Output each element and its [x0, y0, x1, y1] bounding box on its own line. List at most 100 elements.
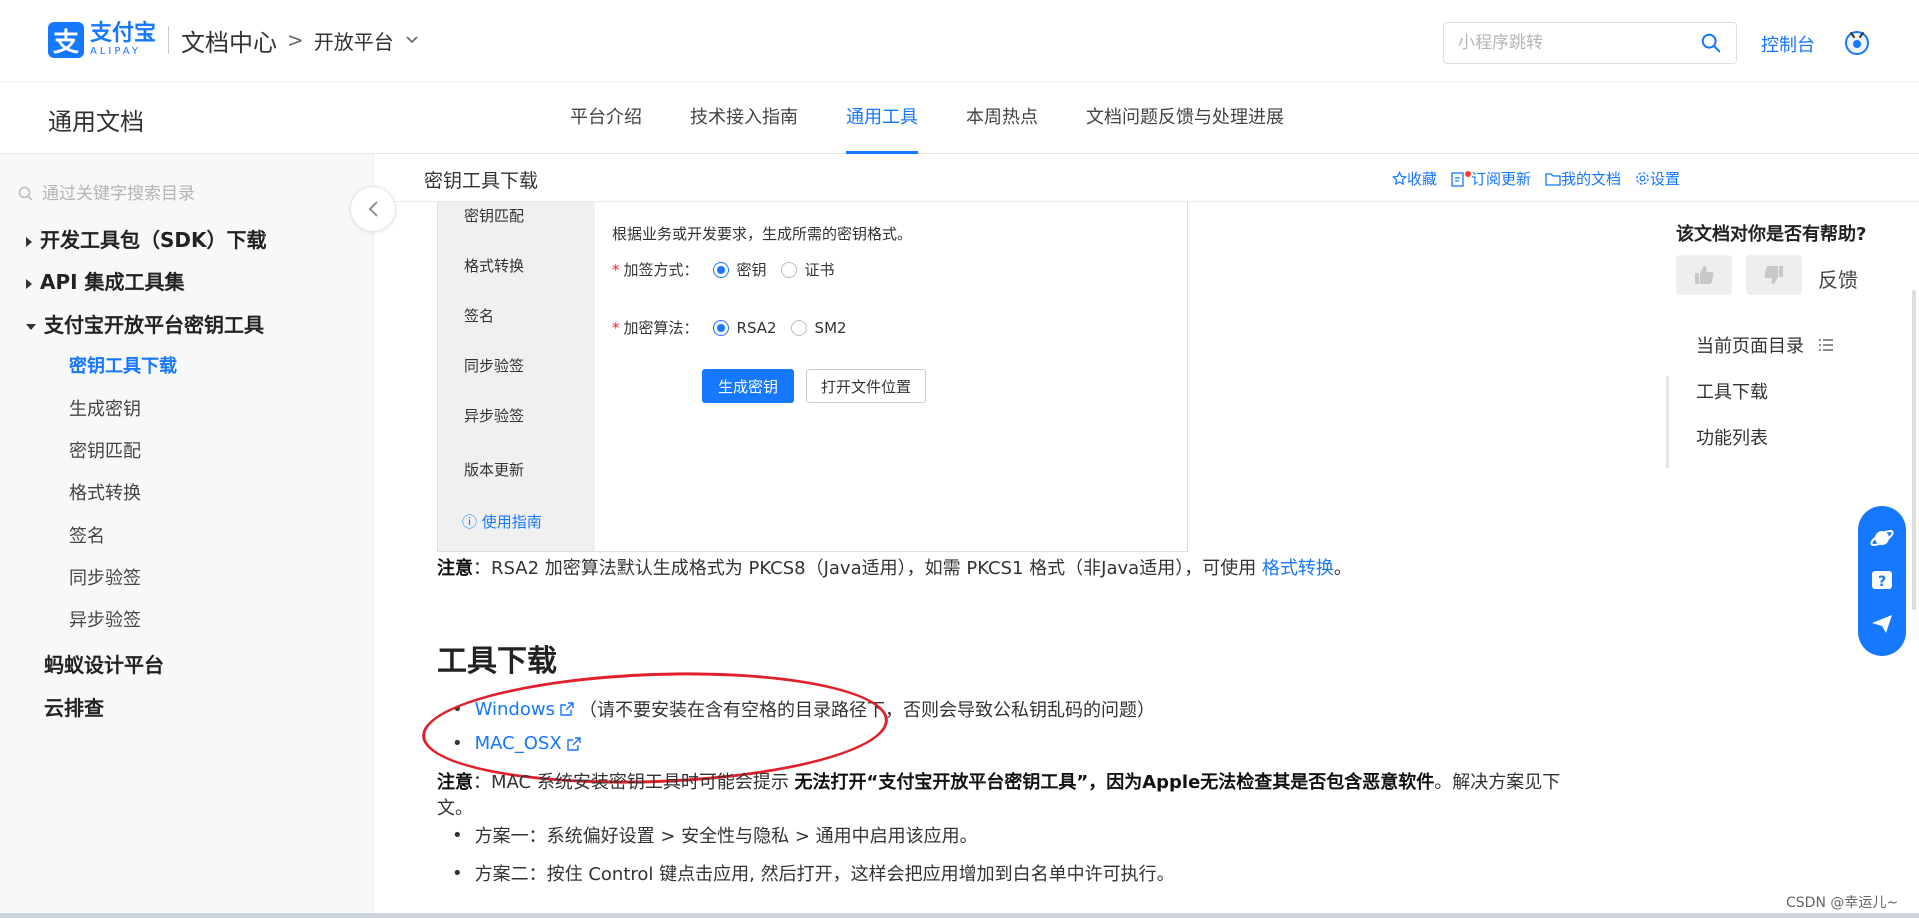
- radio-key: [712, 261, 729, 278]
- external-link-icon[interactable]: [559, 701, 575, 717]
- sidebar-search: [18, 184, 342, 204]
- tool-menu: 密钥匹配 格式转换 签名 同步验签 异步验签 版本更新 ⓘ 使用指南: [438, 191, 595, 551]
- generate-key-button-image: 生成密钥: [702, 369, 794, 403]
- doc-title: 密钥工具下载: [424, 170, 539, 192]
- my-docs-button[interactable]: 我的文档: [1545, 168, 1621, 189]
- breadcrumb: 支 支付宝 ALIPAY 文档中心 > 开放平台: [48, 22, 418, 58]
- help-icon: ⓘ: [462, 513, 478, 531]
- radio-label: 密钥: [736, 261, 767, 279]
- list-icon: [1818, 339, 1833, 351]
- scrollbar[interactable]: [1912, 290, 1916, 610]
- sidebar-item-key-download[interactable]: 密钥工具下载: [69, 352, 177, 378]
- algorithm-label: 加密算法：: [623, 319, 699, 337]
- tool-menu-item: 异步验签: [464, 407, 525, 425]
- sign-method-row: * 加签方式： 密钥 证书: [612, 259, 835, 280]
- solution-two: 方案二：按住 Control 键点击应用, 然后打开，这样会把应用增加到白名单中…: [474, 864, 1175, 885]
- planet-icon[interactable]: [1869, 525, 1895, 551]
- thumbs-down-button[interactable]: [1746, 255, 1802, 295]
- alipay-logo-icon[interactable]: 支: [48, 22, 84, 58]
- collapse-sidebar-button[interactable]: [350, 186, 396, 232]
- guide-label: 使用指南: [481, 513, 542, 531]
- search-input[interactable]: [1458, 33, 1700, 53]
- radio-sm2: [790, 319, 807, 336]
- sidebar: 开发工具包（SDK）下载 API 集成工具集 支付宝开放平台密钥工具 密钥工具下…: [0, 154, 374, 918]
- radio-cert: [780, 261, 797, 278]
- open-file-location-button-image: 打开文件位置: [806, 369, 926, 403]
- favorite-button[interactable]: 收藏: [1392, 168, 1437, 189]
- sidebar-item-sdk[interactable]: 开发工具包（SDK）下载: [26, 224, 267, 253]
- list-item: MAC_OSX: [452, 733, 586, 754]
- list-item: Windows （请不要安装在含有空格的目录路径下，否则会导致公私钥乱码的问题）: [452, 696, 1155, 722]
- search-icon: [18, 186, 33, 201]
- note-bold: 无法打开“支付宝开放平台密钥工具”，因为Apple无法检查其是否包含恶意软件: [794, 772, 1435, 793]
- subscribe-doc-icon: [1451, 171, 1464, 187]
- list-item: 方案一：系统偏好设置 > 安全性与隐私 > 通用中启用该应用。: [452, 822, 978, 848]
- settings-button[interactable]: 设置: [1635, 168, 1680, 189]
- sidebar-item-ant-design[interactable]: 蚂蚁设计平台: [44, 649, 164, 678]
- send-icon[interactable]: [1869, 611, 1895, 637]
- windows-download-link[interactable]: Windows: [475, 699, 555, 720]
- chevron-left-icon: [368, 201, 378, 217]
- tool-menu-item: 密钥匹配: [464, 207, 525, 225]
- note-text: ：MAC 系统安装密钥工具时可能会提示: [473, 772, 795, 793]
- sidebar-item-api-tools[interactable]: API 集成工具集: [26, 266, 185, 295]
- caret-right-icon: [26, 236, 32, 247]
- alipay-logo-text[interactable]: 支付宝 ALIPAY: [90, 23, 156, 57]
- floating-toolbar: ?: [1858, 506, 1906, 656]
- toc-item-tool-download[interactable]: 工具下载: [1696, 378, 1768, 404]
- sidebar-item-async-verify[interactable]: 异步验签: [69, 606, 141, 632]
- tab-weekly-hot[interactable]: 本周热点: [942, 82, 1062, 154]
- tool-description: 根据业务或开发要求，生成所需的密钥格式。: [612, 225, 913, 243]
- note-label: 注意: [437, 558, 473, 579]
- mini-program-search: [1443, 22, 1737, 64]
- favorite-label: 收藏: [1407, 170, 1438, 188]
- sidebar-item-sync-verify[interactable]: 同步验签: [69, 564, 141, 590]
- caret-right-icon: [26, 278, 32, 289]
- tab-common-tools[interactable]: 通用工具: [822, 82, 942, 154]
- tool-menu-item: 版本更新: [464, 461, 525, 479]
- settings-label: 设置: [1650, 170, 1681, 188]
- search-icon[interactable]: [1700, 32, 1722, 54]
- star-icon: [1392, 171, 1407, 186]
- note-end: 。: [1333, 558, 1352, 579]
- sidebar-item-format-convert[interactable]: 格式转换: [69, 479, 141, 505]
- doc-actions: 收藏 订阅更新 我的文档 设置: [1392, 168, 1680, 189]
- tab-platform-intro[interactable]: 平台介绍: [546, 82, 666, 154]
- feedback-link[interactable]: 反馈: [1818, 264, 1858, 293]
- tab-doc-feedback[interactable]: 文档问题反馈与处理进展: [1062, 82, 1308, 154]
- note-mac: 注意：MAC 系统安装密钥工具时可能会提示 无法打开“支付宝开放平台密钥工具”，…: [437, 770, 1597, 822]
- sidebar-item-key-tool[interactable]: 支付宝开放平台密钥工具: [26, 309, 264, 338]
- section-title: 通用文档: [48, 108, 144, 136]
- subscribe-button[interactable]: 订阅更新: [1451, 168, 1531, 189]
- sidebar-search-input[interactable]: [42, 184, 342, 204]
- note-wrap: 文。: [437, 798, 473, 819]
- external-link-icon[interactable]: [566, 736, 582, 752]
- doc-center-link[interactable]: 文档中心: [181, 23, 277, 58]
- sidebar-item-key-match[interactable]: 密钥匹配: [69, 437, 141, 463]
- caret-down-icon: [26, 323, 36, 330]
- radio-label: SM2: [814, 318, 847, 337]
- toc-title: 当前页面目录: [1696, 332, 1834, 358]
- thumbs-up-button[interactable]: [1676, 255, 1732, 295]
- sign-method-label: 加签方式：: [623, 261, 699, 279]
- radio-label: 证书: [804, 261, 835, 279]
- watermark: CSDN @幸运儿~: [1786, 895, 1899, 911]
- toc-item-feature-list[interactable]: 功能列表: [1696, 424, 1768, 450]
- sub-navigation: 通用文档 平台介绍 技术接入指南 通用工具 本周热点 文档问题反馈与处理进展: [0, 82, 1919, 154]
- sidebar-item-sign[interactable]: 签名: [69, 522, 105, 548]
- format-convert-link[interactable]: 格式转换: [1262, 558, 1334, 579]
- toc-title-label: 当前页面目录: [1696, 336, 1804, 357]
- my-docs-label: 我的文档: [1561, 170, 1622, 188]
- mac-download-link[interactable]: MAC_OSX: [475, 733, 562, 754]
- sidebar-item-generate-key[interactable]: 生成密钥: [69, 395, 141, 421]
- folder-icon: [1545, 172, 1561, 186]
- sidebar-item-cloud-troubleshoot[interactable]: 云排查: [44, 692, 104, 721]
- console-link[interactable]: 控制台: [1761, 31, 1815, 57]
- avatar[interactable]: [1843, 28, 1871, 56]
- windows-note: （请不要安装在含有空格的目录路径下，否则会导致公私钥乱码的问题）: [578, 700, 1155, 721]
- chevron-down-icon[interactable]: [406, 32, 418, 48]
- algorithm-row: * 加密算法： RSA2 SM2: [612, 317, 847, 338]
- platform-dropdown[interactable]: 开放平台: [314, 26, 394, 55]
- tab-integration-guide[interactable]: 技术接入指南: [666, 82, 822, 154]
- question-icon[interactable]: ?: [1869, 568, 1895, 594]
